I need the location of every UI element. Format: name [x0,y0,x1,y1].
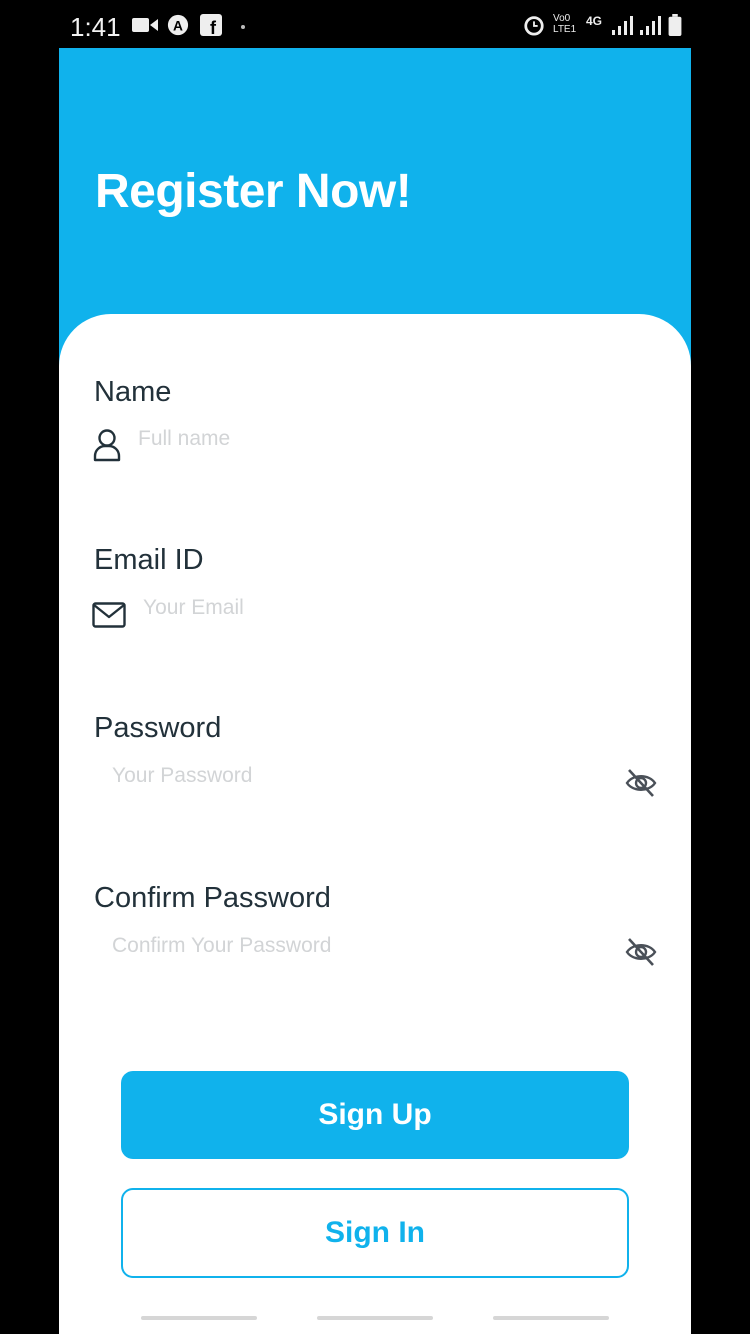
bottom-nav-bar [59,1302,691,1334]
nav-home-line[interactable] [317,1316,433,1320]
svg-text:f: f [210,18,217,36]
signal-icon [612,16,633,35]
volte-indicator: Vo0 LTE1 [553,13,577,35]
app-a-icon: A [167,14,189,36]
eye-off-icon[interactable] [624,766,658,800]
facebook-icon: f [200,14,222,36]
eye-off-icon[interactable] [624,935,658,969]
signal-icon [640,16,661,35]
svg-text:A: A [173,19,183,34]
form-card: Name Email ID Password Confirm Password [59,314,691,1334]
sign-in-button[interactable]: Sign In [121,1188,629,1278]
sign-up-button[interactable]: Sign Up [121,1071,629,1159]
confirm-password-input[interactable] [112,931,592,961]
confirm-password-label: Confirm Password [94,882,331,914]
nav-recents-line[interactable] [141,1316,257,1320]
status-time: 1:41 [70,12,121,42]
mail-icon [92,602,126,628]
status-bar: 1:41 A f Vo0 LTE1 4G [0,0,750,50]
dot-icon [241,25,245,29]
full-name-input[interactable] [138,424,588,454]
password-input[interactable] [112,761,592,791]
user-icon [93,429,121,462]
video-icon [132,18,158,32]
email-input[interactable] [143,593,593,623]
page-title: Register Now! [95,165,412,218]
password-label: Password [94,712,222,744]
nav-back-line[interactable] [493,1316,609,1320]
register-screen: Register Now! Name Email ID Password Con… [59,48,691,1334]
email-label: Email ID [94,544,204,576]
alarm-icon [524,16,544,36]
battery-icon [668,14,682,36]
network-4g-label: 4G [586,14,603,28]
name-label: Name [94,376,172,408]
